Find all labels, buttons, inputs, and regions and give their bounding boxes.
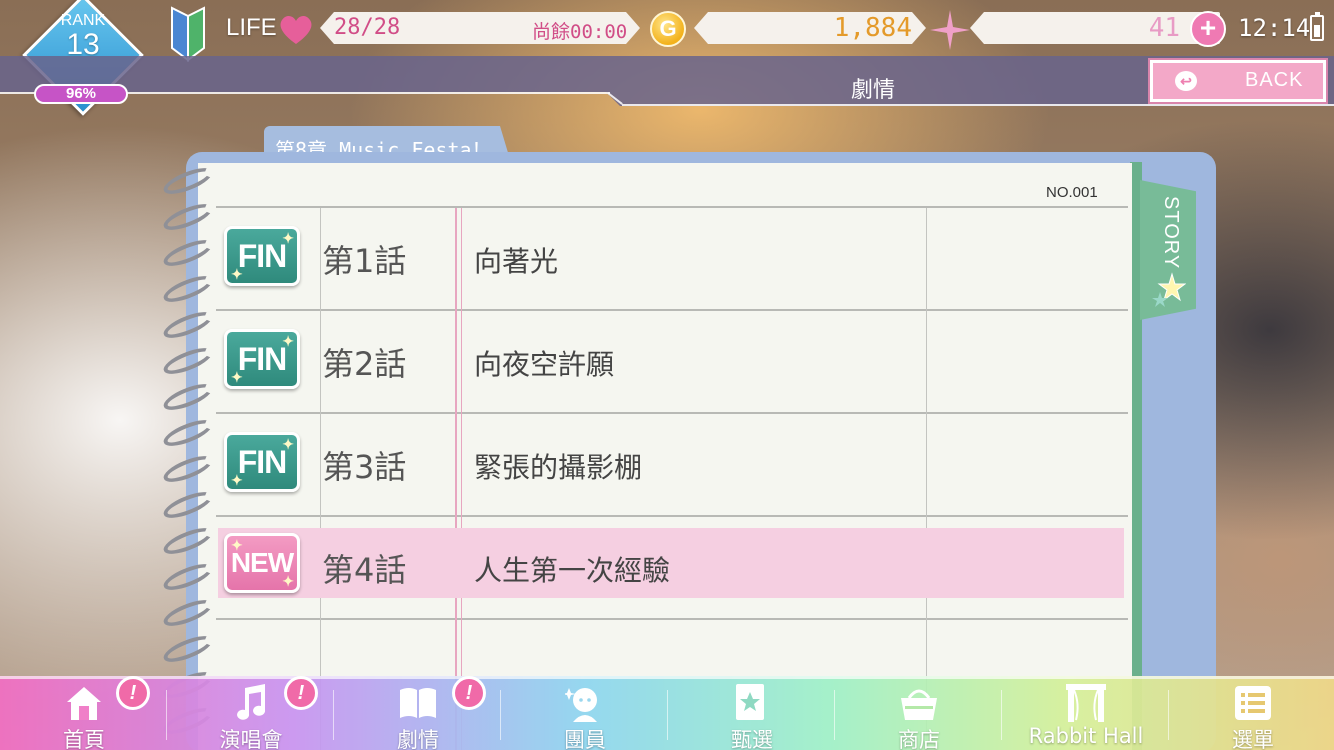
spiral-ring bbox=[160, 630, 216, 668]
nav-label: 選單 bbox=[1232, 728, 1274, 750]
spiral-ring bbox=[160, 522, 216, 560]
episode-number: 第1話 bbox=[322, 242, 407, 280]
member-icon bbox=[565, 688, 597, 722]
back-button[interactable]: ↩ BACK bbox=[1150, 60, 1326, 102]
new-badge: NEW ✦ ✦ bbox=[224, 533, 300, 593]
gold-amount: 1,884 bbox=[833, 13, 912, 43]
alert-icon: ! bbox=[116, 676, 150, 710]
clock: 12:14 bbox=[1238, 14, 1311, 42]
status-bar: RANK 13 96% LIFE 28/28 尚餘00:00 G 1,884 4… bbox=[0, 0, 1334, 116]
episode-title: 人生第一次經驗 bbox=[474, 554, 671, 587]
sparkle-icon: ✦ bbox=[282, 333, 294, 349]
nav-scout[interactable]: 甄選 bbox=[668, 676, 836, 750]
page-number: NO.001 bbox=[1046, 184, 1098, 201]
back-arrow-icon: ↩ bbox=[1175, 71, 1197, 91]
life-recovery-timer: 尚餘00:00 bbox=[532, 21, 628, 43]
page-title: 劇情 bbox=[850, 78, 895, 103]
sparkle-icon: ✦ bbox=[231, 369, 243, 385]
sparkle-icon: ✦ bbox=[231, 472, 243, 488]
home-icon bbox=[67, 687, 101, 720]
episode-row[interactable]: FIN ✦ ✦ 第1話 向著光 bbox=[218, 208, 1124, 308]
back-label: BACK bbox=[1245, 69, 1304, 91]
basket-icon bbox=[901, 689, 937, 720]
heart-icon bbox=[280, 15, 312, 44]
episode-number: 第4話 bbox=[322, 551, 407, 589]
episode-row[interactable]: FIN ✦ ✦ 第2話 向夜空許願 bbox=[218, 311, 1124, 411]
nav-label: 商店 bbox=[898, 728, 940, 750]
card-star-icon bbox=[736, 684, 764, 720]
sparkle-icon: ✦ bbox=[282, 230, 294, 246]
spiral-ring bbox=[160, 378, 216, 416]
gold-coin-icon: G bbox=[650, 11, 686, 47]
nav-shop[interactable]: 商店 bbox=[835, 676, 1003, 750]
spiral-ring bbox=[160, 558, 216, 596]
spiral-ring bbox=[160, 306, 216, 344]
sparkle-icon: ✦ bbox=[231, 266, 243, 282]
stage-icon bbox=[1066, 684, 1106, 722]
episode-title: 向著光 bbox=[474, 245, 559, 278]
spiral-ring bbox=[160, 198, 216, 236]
nav-rabbit-hall[interactable]: Rabbit Hall bbox=[1002, 676, 1170, 750]
episode-number: 第3話 bbox=[322, 448, 407, 486]
add-stars-button[interactable]: + bbox=[1190, 11, 1226, 47]
sparkle-icon: ✦ bbox=[231, 537, 243, 553]
episode-title: 緊張的攝影棚 bbox=[474, 451, 643, 484]
badge-text: FIN bbox=[237, 341, 288, 377]
nav-members[interactable]: 團員 bbox=[501, 676, 669, 750]
book-icon bbox=[400, 688, 436, 718]
spiral-ring bbox=[160, 450, 216, 488]
spiral-ring bbox=[160, 486, 216, 524]
header-divider-right bbox=[622, 104, 1334, 106]
episode-row[interactable]: NEW ✦ ✦ 第4話 人生第一次經驗 bbox=[218, 517, 1124, 617]
nav-menu[interactable]: 選單 bbox=[1169, 676, 1334, 750]
fin-badge: FIN ✦ ✦ bbox=[224, 329, 300, 389]
episode-title: 向夜空許願 bbox=[474, 348, 615, 381]
nav-label: 團員 bbox=[564, 728, 606, 750]
episode-row[interactable]: FIN ✦ ✦ 第3話 緊張的攝影棚 bbox=[218, 414, 1124, 514]
spiral-binding bbox=[160, 162, 222, 748]
fin-badge: FIN ✦ ✦ bbox=[224, 226, 300, 286]
battery-icon bbox=[1310, 12, 1324, 41]
nav-label: 演唱會 bbox=[219, 728, 283, 750]
spiral-ring bbox=[160, 594, 216, 632]
star-gem-icon bbox=[930, 10, 970, 50]
nav-label: 劇情 bbox=[397, 728, 439, 750]
nav-label: Rabbit Hall bbox=[1028, 724, 1144, 748]
spiral-ring bbox=[160, 342, 216, 380]
fin-badge: FIN ✦ ✦ bbox=[224, 432, 300, 492]
nav-label: 甄選 bbox=[731, 728, 773, 750]
badge-text: FIN bbox=[237, 238, 288, 274]
star-amount: 41 bbox=[1148, 13, 1180, 43]
spiral-ring bbox=[160, 270, 216, 308]
life-count: 28/28 bbox=[334, 15, 401, 40]
badge-text: FIN bbox=[237, 444, 288, 480]
ruled-line bbox=[216, 618, 1128, 620]
sparkle-icon: ✦ bbox=[282, 573, 294, 589]
alert-icon: ! bbox=[452, 676, 486, 710]
story-star-icon bbox=[1152, 272, 1186, 307]
life-label: LIFE bbox=[226, 14, 277, 41]
alert-icon: ! bbox=[284, 676, 318, 710]
episode-number: 第2話 bbox=[322, 345, 407, 383]
beginner-mark-icon bbox=[171, 6, 205, 62]
spiral-ring bbox=[160, 234, 216, 272]
sparkle-icon: ✦ bbox=[282, 436, 294, 452]
spiral-ring bbox=[160, 162, 216, 200]
spiral-ring bbox=[160, 414, 216, 452]
nav-label: 首頁 bbox=[63, 728, 105, 750]
music-note-icon bbox=[237, 684, 266, 720]
rank-progress: 96% bbox=[34, 84, 128, 104]
menu-icon bbox=[1235, 686, 1271, 720]
